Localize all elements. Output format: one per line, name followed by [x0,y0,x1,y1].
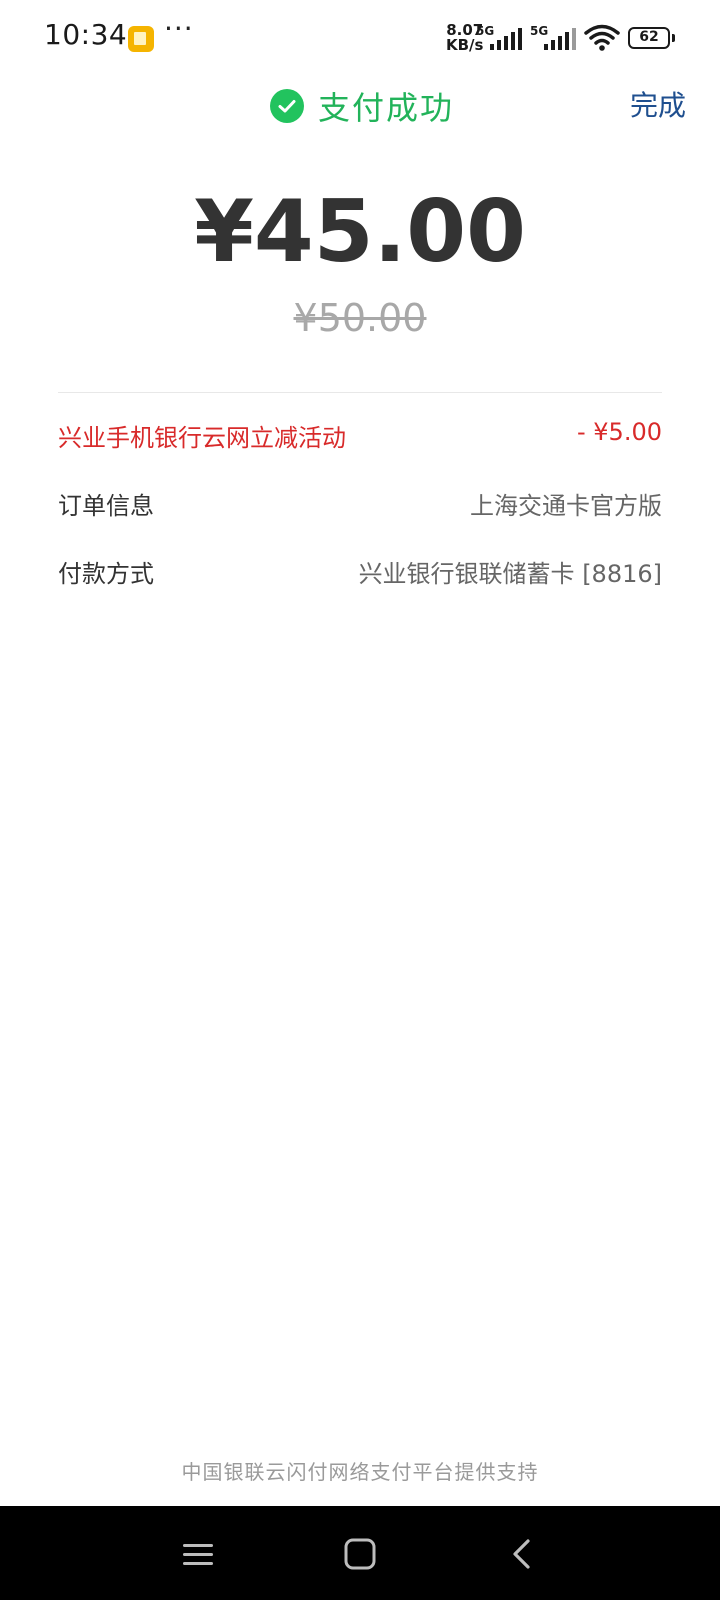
payment-status: 支付成功 [270,86,455,127]
platform-support-text: 中国银联云闪付网络支付平台提供支持 [181,1460,539,1484]
more-notifications-icon: ··· [164,12,194,45]
paid-amount: ¥45.00 [194,182,526,282]
status-bar: 10:34 ··· 8.07 KB/s 5G 5G 62 [0,0,720,78]
back-icon[interactable] [504,1536,540,1572]
status-time: 10:34 [44,18,128,51]
discount-value: - ¥5.00 [577,418,662,446]
battery-icon: 62 [628,27,675,49]
order-info-value: 上海交通卡官方版 [470,492,662,520]
discount-row: 兴业手机银行云网立减活动 - ¥5.00 [58,414,662,454]
payment-method-value: 兴业银行银联储蓄卡 [8816] [358,560,662,588]
notes-app-icon [128,26,154,52]
page-title: 支付成功 [318,89,455,127]
divider [58,392,662,393]
order-info-row: 订单信息 上海交通卡官方版 [58,482,662,522]
wifi-icon [584,24,620,51]
discount-label: 兴业手机银行云网立减活动 [58,424,346,452]
menu-icon[interactable] [180,1536,216,1572]
result-header: 支付成功 完成 [0,78,720,138]
order-info-label: 订单信息 [58,492,154,520]
system-nav-bar [0,1506,720,1600]
done-button[interactable]: 完成 [630,84,686,124]
original-amount: ¥50.00 [293,296,427,340]
sim1-signal-icon: 5G [476,24,522,52]
payment-method-label: 付款方式 [58,560,154,588]
payment-method-row: 付款方式 兴业银行银联储蓄卡 [8816] [58,550,662,590]
home-icon[interactable] [342,1536,378,1572]
success-check-icon [270,89,304,123]
sim2-signal-icon: 5G [530,24,576,52]
